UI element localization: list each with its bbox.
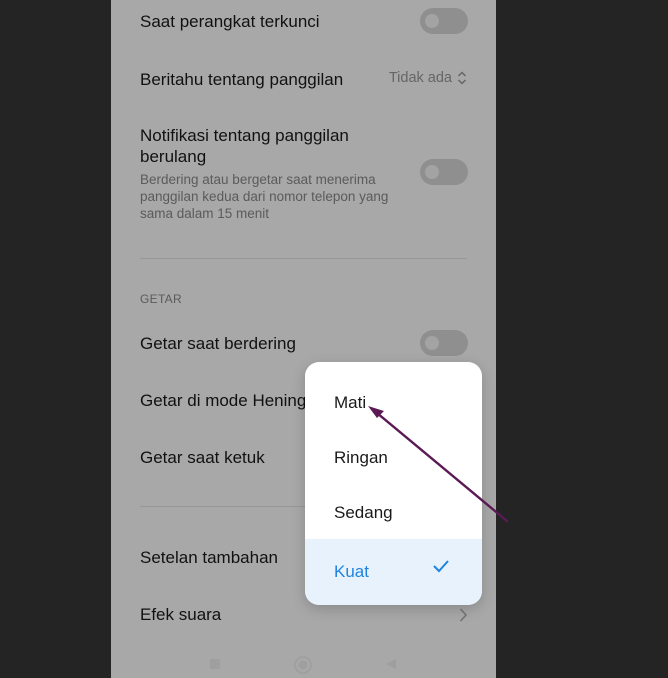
option-medium-label: Sedang bbox=[334, 502, 393, 522]
option-strong-label: Kuat bbox=[334, 562, 369, 581]
option-medium[interactable]: Sedang bbox=[305, 485, 482, 540]
checkmark-icon bbox=[433, 560, 449, 573]
option-strong[interactable]: Kuat bbox=[305, 539, 482, 605]
option-light-label: Ringan bbox=[334, 447, 388, 467]
vibrate-silent-options-popup: Mati Ringan Sedang Kuat bbox=[305, 362, 482, 605]
option-off-label: Mati bbox=[334, 392, 367, 412]
option-off[interactable]: Mati bbox=[305, 375, 482, 430]
option-light[interactable]: Ringan bbox=[305, 430, 482, 485]
